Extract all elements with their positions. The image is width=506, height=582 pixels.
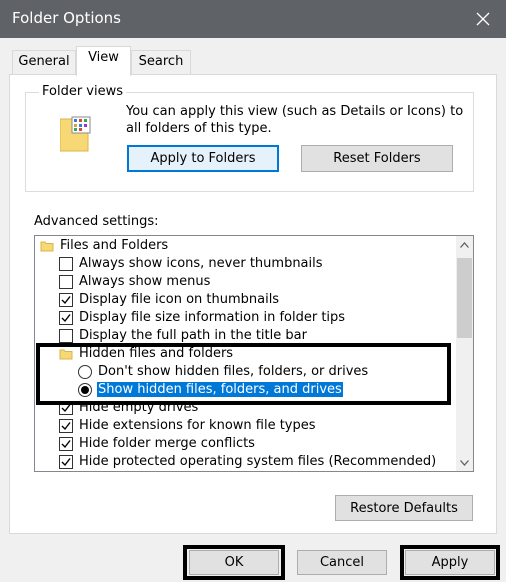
annotation-apply-box xyxy=(400,545,500,580)
tab-search-label: Search xyxy=(138,54,184,69)
list-item-label: Files and Folders xyxy=(60,238,169,253)
checkbox[interactable] xyxy=(59,311,73,325)
annotation-highlight-box xyxy=(36,343,451,405)
checkbox[interactable] xyxy=(59,293,73,307)
scroll-up-arrow[interactable] xyxy=(456,236,473,253)
checkbox[interactable] xyxy=(59,329,73,343)
advanced-settings-label: Advanced settings: xyxy=(34,214,159,229)
list-item-label: Display file size information in folder … xyxy=(79,310,346,325)
tab-general-label: General xyxy=(18,54,70,69)
tab-view-label: View xyxy=(88,50,119,65)
window-title: Folder Options xyxy=(12,9,121,27)
checkbox[interactable] xyxy=(59,455,73,469)
list-item-always-show-icons[interactable]: Always show icons, never thumbnails xyxy=(35,255,455,273)
folder-views-legend: Folder views xyxy=(39,84,127,99)
list-item-files-and-folders: Files and Folders xyxy=(35,237,455,255)
list-item-label: Display file icon on thumbnails xyxy=(79,292,280,307)
folder-views-icon xyxy=(59,113,96,157)
apply-to-folders-label: Apply to Folders xyxy=(150,151,256,166)
title-bar: Folder Options xyxy=(0,0,506,38)
list-item-display-file-icon[interactable]: Display file icon on thumbnails xyxy=(35,291,455,309)
annotation-ok-box xyxy=(183,545,285,580)
reset-folders-button[interactable]: Reset Folders xyxy=(301,145,453,172)
checkbox[interactable] xyxy=(59,437,73,451)
cancel-label: Cancel xyxy=(319,555,365,570)
checkbox[interactable] xyxy=(59,275,73,289)
checkmark-icon xyxy=(61,458,71,467)
list-item-label: Always show icons, never thumbnails xyxy=(79,256,323,271)
tab-search[interactable]: Search xyxy=(131,50,191,74)
folder-icon xyxy=(40,241,54,252)
list-item-label: Always show menus xyxy=(79,274,211,289)
chevron-up-icon xyxy=(460,241,469,248)
checkbox[interactable] xyxy=(59,257,73,271)
list-item-hide-merge-conflicts[interactable]: Hide folder merge conflicts xyxy=(35,435,455,453)
list-item-hide-extensions[interactable]: Hide extensions for known file types xyxy=(35,417,455,435)
close-button[interactable] xyxy=(460,0,506,38)
restore-defaults-button[interactable]: Restore Defaults xyxy=(335,495,473,521)
list-item-label: Hide folder merge conflicts xyxy=(79,436,255,451)
cancel-button[interactable]: Cancel xyxy=(297,550,387,575)
list-item-label: Display the full path in the title bar xyxy=(79,328,307,343)
folder-views-description: You can apply this view (such as Details… xyxy=(126,104,464,136)
list-item-hide-protected-files[interactable]: Hide protected operating system files (R… xyxy=(35,453,455,471)
list-item-display-file-size[interactable]: Display file size information in folder … xyxy=(35,309,455,327)
list-item-label: Hide protected operating system files (R… xyxy=(79,454,437,469)
vertical-scrollbar[interactable] xyxy=(456,236,473,471)
apply-to-folders-button[interactable]: Apply to Folders xyxy=(127,145,279,172)
restore-defaults-label: Restore Defaults xyxy=(350,500,458,516)
checkmark-icon xyxy=(61,440,71,449)
checkmark-icon xyxy=(61,422,71,431)
list-item-label: Hide extensions for known file types xyxy=(79,418,316,433)
chevron-down-icon xyxy=(460,459,469,466)
tab-general[interactable]: General xyxy=(12,50,76,74)
list-item-always-show-menus[interactable]: Always show menus xyxy=(35,273,455,291)
close-icon xyxy=(476,12,490,26)
scroll-thumb[interactable] xyxy=(457,258,472,338)
scroll-down-arrow[interactable] xyxy=(456,454,473,471)
checkmark-icon xyxy=(61,296,71,305)
checkbox[interactable] xyxy=(59,419,73,433)
checkmark-icon xyxy=(61,314,71,323)
tab-view[interactable]: View xyxy=(76,46,131,76)
reset-folders-label: Reset Folders xyxy=(333,151,421,166)
